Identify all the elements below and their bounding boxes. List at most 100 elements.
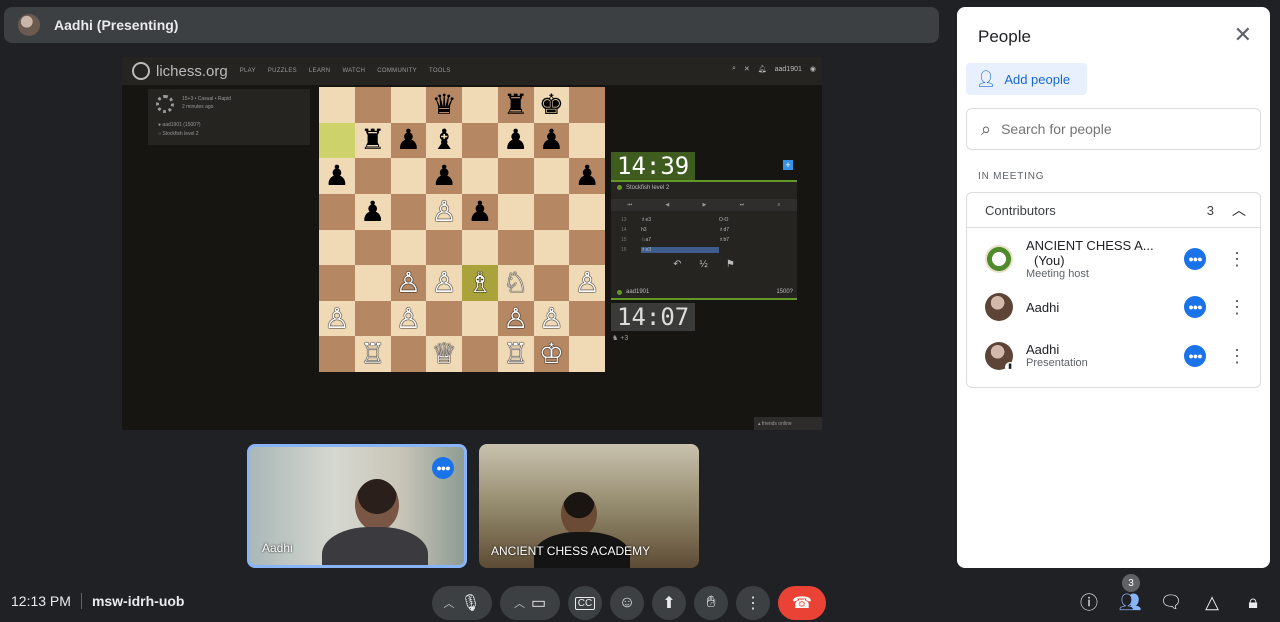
board-square[interactable] [319, 87, 355, 123]
board-square[interactable] [390, 336, 427, 372]
board-square[interactable] [569, 122, 605, 159]
board-square[interactable] [319, 122, 355, 159]
board-square[interactable] [426, 229, 462, 266]
board-square[interactable]: ♚ [533, 87, 570, 123]
board-square[interactable]: ♟ [497, 122, 534, 159]
board-square[interactable] [569, 229, 605, 266]
board-square[interactable]: ♜ [497, 87, 534, 123]
board-square[interactable] [390, 87, 427, 123]
board-square[interactable] [354, 87, 391, 123]
chess-piece[interactable]: ♙ [324, 304, 349, 333]
chess-piece[interactable]: ♗ [467, 268, 492, 297]
chess-piece[interactable]: ♟ [360, 197, 385, 226]
chess-piece[interactable]: ♝ [432, 126, 457, 154]
board-square[interactable] [462, 158, 498, 194]
board-square[interactable] [319, 336, 355, 372]
close-panel-button[interactable]: ✕ [1234, 24, 1252, 46]
microphone-button[interactable]: ︿ 🎙︎ [432, 586, 492, 620]
board-square[interactable]: ♔ [533, 336, 570, 372]
board-square[interactable]: ♛ [426, 87, 462, 123]
participant-row[interactable]: Aadhi ●●● ⋮ [967, 287, 1262, 327]
board-square[interactable]: ♙ [497, 300, 534, 337]
chess-piece[interactable]: ♖ [503, 340, 528, 368]
board-square[interactable] [462, 300, 498, 337]
more-options-button[interactable]: ⋮ [736, 586, 770, 620]
board-square[interactable]: ♟ [319, 158, 355, 194]
board-square[interactable]: ♟ [390, 122, 427, 159]
board-square[interactable] [462, 87, 498, 123]
chess-piece[interactable]: ♙ [396, 268, 421, 297]
board-square[interactable] [569, 87, 605, 123]
search-people-input[interactable] [1001, 121, 1242, 137]
chess-piece[interactable]: ♙ [539, 304, 564, 333]
chevron-up-icon[interactable]: ︿ [514, 595, 525, 611]
chess-piece[interactable]: ♟ [575, 162, 600, 190]
board-square[interactable] [497, 158, 534, 194]
participant-tile-academy[interactable]: ANCIENT CHESS ACADEMY [479, 444, 699, 568]
board-square[interactable] [569, 193, 605, 230]
chess-piece[interactable]: ♖ [360, 340, 385, 368]
chess-piece[interactable]: ♔ [539, 340, 564, 368]
add-people-button[interactable]: 👤︎ Add people [966, 63, 1087, 95]
people-button[interactable]: 3 👥︎ [1119, 574, 1141, 614]
participant-row[interactable]: ANCIENT CHESS A...(You) Meeting host ●●●… [967, 238, 1262, 280]
board-square[interactable] [533, 158, 570, 194]
move-row[interactable]: 16 ♗e3 [611, 245, 797, 255]
chess-piece[interactable]: ♟ [467, 197, 492, 226]
chess-piece[interactable]: ♚ [539, 90, 564, 119]
chess-piece[interactable]: ♙ [575, 268, 600, 297]
chess-piece[interactable]: ♘ [503, 268, 528, 297]
chess-piece[interactable]: ♟ [396, 126, 421, 154]
move-row[interactable]: 14 h3 ♗d7 [611, 225, 797, 235]
board-square[interactable] [426, 300, 462, 337]
board-square[interactable]: ♟ [569, 158, 605, 194]
board-square[interactable] [354, 229, 391, 266]
board-square[interactable]: ♗ [462, 265, 498, 301]
move-row[interactable]: 13 ♗e3 O-O [611, 215, 797, 225]
more-options-icon[interactable]: ⋮ [1228, 298, 1246, 316]
chess-piece[interactable]: ♙ [432, 268, 457, 297]
people-search[interactable]: ⌕ [966, 108, 1261, 150]
move-row[interactable]: 15 ♘a7 ♗b7 [611, 235, 797, 245]
board-square[interactable]: ♜ [354, 122, 391, 159]
board-square[interactable]: ♙ [533, 300, 570, 337]
participant-row[interactable]: ▮ Aadhi Presentation ●●● ⋮ [967, 336, 1262, 376]
board-square[interactable]: ♝ [426, 122, 462, 159]
chess-piece[interactable]: ♙ [432, 197, 457, 226]
chess-piece[interactable]: ♙ [503, 304, 528, 333]
chevron-up-icon[interactable]: ︿ [443, 595, 454, 611]
board-square[interactable] [354, 158, 391, 194]
board-square[interactable] [319, 193, 355, 230]
chat-button[interactable]: 🗨︎ [1160, 590, 1183, 614]
board-square[interactable]: ♙ [319, 300, 355, 337]
board-square[interactable] [319, 229, 355, 266]
chess-piece[interactable]: ♜ [360, 126, 385, 154]
board-square[interactable] [462, 229, 498, 266]
board-square[interactable]: ♙ [390, 300, 427, 337]
board-square[interactable]: ♙ [426, 193, 462, 230]
chevron-up-icon[interactable]: ︿ [1232, 200, 1246, 220]
more-options-icon[interactable]: ⋮ [1228, 250, 1246, 268]
participant-tile-aadhi[interactable]: ●●● Aadhi [247, 444, 467, 568]
board-square[interactable]: ♖ [497, 336, 534, 372]
host-controls-button[interactable]: 🔒︎ [1242, 590, 1264, 614]
board-square[interactable] [533, 193, 570, 230]
board-square[interactable] [533, 229, 570, 266]
board-square[interactable]: ♕ [426, 336, 462, 372]
camera-button[interactable]: ︿ ▭ [500, 586, 560, 620]
board-square[interactable]: ♙ [390, 265, 427, 301]
chess-piece[interactable]: ♕ [432, 340, 457, 368]
chess-piece[interactable]: ♟ [539, 126, 564, 154]
board-square[interactable] [533, 265, 570, 301]
chess-piece[interactable]: ♛ [432, 90, 457, 119]
chess-piece[interactable]: ♟ [324, 162, 349, 190]
board-square[interactable] [497, 193, 534, 230]
board-square[interactable] [390, 193, 427, 230]
board-square[interactable]: ♙ [569, 265, 605, 301]
board-square[interactable] [569, 336, 605, 372]
board-square[interactable]: ♟ [462, 193, 498, 230]
board-square[interactable] [462, 336, 498, 372]
board-square[interactable]: ♟ [426, 158, 462, 194]
present-button[interactable]: ⬆ [652, 586, 686, 620]
board-square[interactable] [390, 158, 427, 194]
